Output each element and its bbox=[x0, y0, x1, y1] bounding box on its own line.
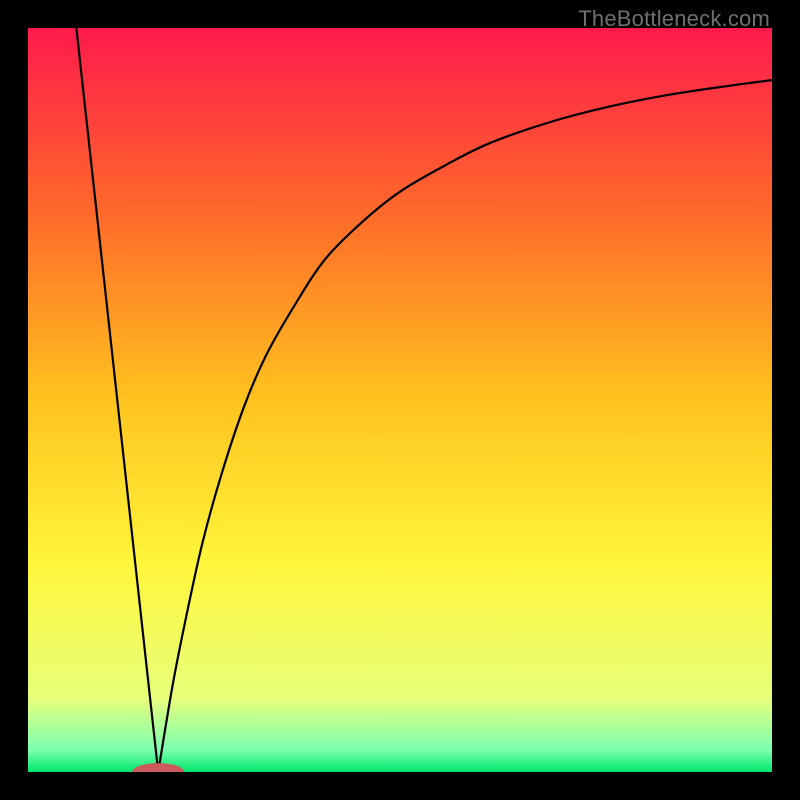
chart-frame: TheBottleneck.com bbox=[0, 0, 800, 800]
gradient-background bbox=[28, 28, 772, 772]
chart-svg bbox=[28, 28, 772, 772]
plot-area bbox=[28, 28, 772, 772]
